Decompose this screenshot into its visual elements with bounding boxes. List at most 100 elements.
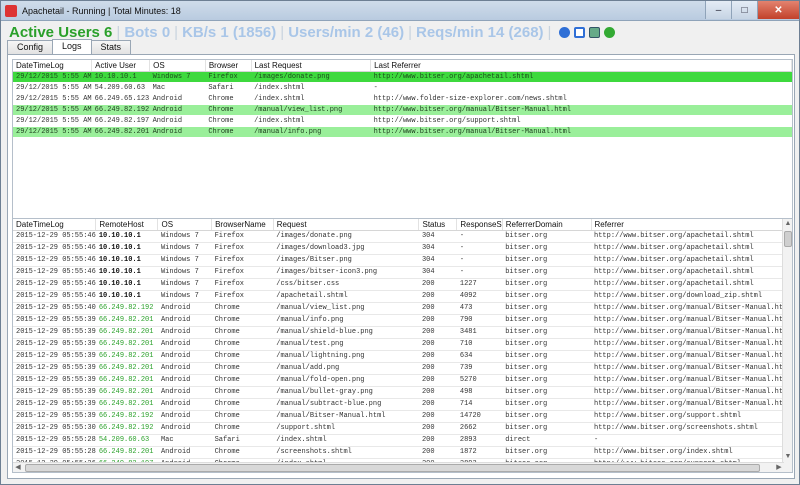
table-cell: /manual/info.png — [273, 314, 419, 327]
table-row[interactable]: 29/12/2015 5:55 AM 54.209.60.63 Mac Safari /… — [13, 82, 792, 94]
table-cell: http://www.bitser.org/support.shtml — [591, 410, 792, 423]
column-header[interactable]: BrowserName — [211, 219, 274, 231]
bots-stat: Bots 0 — [124, 23, 171, 41]
table-row[interactable]: 29/12/2015 5:55 AM 10.10.10.1 Windows 7 Fir… — [13, 71, 792, 83]
table-row[interactable]: 2015-12-29 05:55:40 66.249.82.192 Android C… — [13, 302, 792, 315]
table-row[interactable]: 29/12/2015 5:55 AM 66.249.82.201 Android Ch… — [13, 126, 792, 138]
column-header[interactable]: Request — [273, 219, 420, 231]
table-cell: 200 — [418, 386, 457, 399]
column-header[interactable]: Referrer — [591, 219, 792, 231]
table-cell: 66.249.82.201 — [95, 386, 158, 399]
table-row[interactable]: 2015-12-29 05:55:39 66.249.82.201 Android C… — [13, 374, 792, 387]
close-button[interactable]: ✕ — [757, 1, 799, 19]
table-cell: /manual/view_list.png — [273, 302, 419, 315]
table-cell: 66.249.82.201 — [95, 350, 158, 363]
scroll-up-icon[interactable]: ▲ — [783, 219, 792, 229]
table-row[interactable]: 29/12/2015 5:55 AM 66.249.65.123 Android Ch… — [13, 93, 792, 105]
table-cell: Android — [157, 374, 212, 387]
table-cell: 200 — [418, 446, 457, 459]
table-row[interactable]: 2015-12-29 05:55:39 66.249.82.201 Android C… — [13, 338, 792, 351]
horizontal-scroll-thumb[interactable] — [25, 464, 760, 472]
table-row[interactable]: 2015-12-29 05:55:46 10.10.10.1 Windows 7 Fi… — [13, 254, 792, 267]
table-row[interactable]: 2015-12-29 05:55:39 66.249.82.201 Android C… — [13, 398, 792, 411]
table-cell: /apachetail.shtml — [273, 290, 419, 303]
maximize-button[interactable]: □ — [731, 1, 757, 19]
table-row[interactable]: 2015-12-29 05:55:46 10.10.10.1 Windows 7 Fi… — [13, 290, 792, 303]
request-log-grid[interactable]: DateTimeLog RemoteHost OS BrowserName Reques… — [12, 218, 793, 473]
scroll-right-icon[interactable]: ▶ — [774, 463, 784, 472]
vertical-scrollbar[interactable]: ▲ ▼ — [782, 219, 792, 472]
scroll-down-icon[interactable]: ▼ — [783, 452, 792, 462]
table-cell: Mac — [157, 434, 212, 447]
tab-stats[interactable]: Stats — [90, 40, 132, 54]
horizontal-scrollbar[interactable]: ◀ ▶ — [13, 462, 784, 472]
table-cell: Firefox — [211, 242, 274, 255]
table-cell: /screenshots.shtml — [273, 446, 419, 459]
column-header[interactable]: RemoteHost — [95, 219, 159, 231]
table-row[interactable]: 2015-12-29 05:55:39 66.249.82.201 Android C… — [13, 314, 792, 327]
globe-icon[interactable] — [604, 26, 616, 38]
scroll-left-icon[interactable]: ◀ — [13, 463, 23, 472]
table-cell: Chrome — [211, 446, 274, 459]
table-row[interactable]: 2015-12-29 05:55:39 66.249.82.201 Android C… — [13, 326, 792, 339]
table-cell: http://www.bitser.org/index.shtml — [591, 446, 792, 459]
column-header[interactable]: DateTimeLog — [13, 219, 97, 231]
grid-icon[interactable] — [589, 26, 601, 38]
column-header[interactable]: OS — [157, 219, 213, 231]
record-icon[interactable] — [559, 26, 571, 38]
reqs-per-min-stat: Reqs/min 14 (268) — [415, 23, 544, 41]
table-row[interactable]: 2015-12-29 05:55:28 66.249.82.201 Android C… — [13, 446, 792, 459]
vertical-scroll-thumb[interactable] — [784, 231, 792, 247]
table-cell: http://www.bitser.org/download_zip.shtml — [591, 290, 792, 303]
table-cell: Firefox — [211, 266, 274, 279]
table-cell: Android — [157, 338, 212, 351]
column-header[interactable]: DateTimeLog — [13, 60, 93, 72]
table-row[interactable]: 2015-12-29 05:55:46 10.10.10.1 Windows 7 Fi… — [13, 278, 792, 291]
table-row[interactable]: 29/12/2015 5:55 AM 66.249.82.192 Android Ch… — [13, 104, 792, 116]
table-cell: Firefox — [211, 290, 274, 303]
table-cell: Android — [157, 302, 212, 315]
app-icon — [5, 4, 17, 17]
table-row[interactable]: 2015-12-29 05:55:46 10.10.10.1 Windows 7 Fi… — [13, 266, 792, 279]
minimize-button[interactable]: – — [705, 1, 731, 19]
column-header[interactable]: Active User — [91, 60, 151, 72]
stop-icon[interactable] — [574, 26, 586, 38]
table-row[interactable]: 2015-12-29 05:55:39 66.249.82.192 Android C… — [13, 410, 792, 423]
table-row[interactable]: 2015-12-29 05:55:39 66.249.82.201 Android C… — [13, 386, 792, 399]
column-header[interactable]: Browser — [205, 60, 252, 72]
column-header[interactable]: Status — [418, 219, 458, 231]
table-row[interactable]: 29/12/2015 5:55 AM 66.249.82.197 Android Ch… — [13, 115, 792, 127]
table-row[interactable]: 2015-12-29 05:55:28 54.209.60.63 Mac Safari… — [13, 434, 792, 447]
column-header[interactable]: ResponseS — [456, 219, 503, 231]
stat-separator: | — [280, 23, 285, 41]
table-cell: 2015-12-29 05:55:39 — [13, 350, 96, 363]
table-row[interactable]: 2015-12-29 05:55:46 10.10.10.1 Windows 7 Fi… — [13, 230, 792, 243]
table-row[interactable]: 2015-12-29 05:55:39 66.249.82.201 Android C… — [13, 350, 792, 363]
table-cell: /index.shtml — [251, 93, 371, 105]
table-cell: 634 — [456, 350, 503, 363]
table-row[interactable]: 2015-12-29 05:55:30 66.249.82.192 Android C… — [13, 422, 792, 435]
table-cell: Android — [157, 314, 212, 327]
table-cell: 200 — [418, 290, 457, 303]
column-header[interactable]: Last Request — [251, 60, 372, 72]
table-cell: 790 — [456, 314, 503, 327]
table-cell: 714 — [456, 398, 503, 411]
stat-separator: | — [547, 23, 552, 41]
column-header[interactable]: OS — [149, 60, 206, 72]
table-cell: 473 — [456, 302, 503, 315]
table-cell: http://www.bitser.org/manual/Bitser-Manu… — [591, 386, 792, 399]
title-bar[interactable]: Apachetail - Running | Total Minutes: 18… — [1, 1, 799, 21]
tab-logs[interactable]: Logs — [52, 39, 92, 54]
stat-separator: | — [408, 23, 412, 41]
table-row[interactable]: 2015-12-29 05:55:46 10.10.10.1 Windows 7 Fi… — [13, 242, 792, 255]
table-cell: 200 — [418, 434, 457, 447]
table-cell: /images/donate.png — [273, 230, 419, 243]
column-header[interactable]: Last Referrer — [370, 60, 792, 72]
table-cell: 739 — [456, 362, 503, 375]
column-header[interactable]: ReferrerDomain — [502, 219, 592, 231]
table-cell: 200 — [418, 422, 457, 435]
table-cell: /support.shtml — [273, 422, 419, 435]
table-cell: 200 — [418, 350, 457, 363]
table-row[interactable]: 2015-12-29 05:55:39 66.249.82.201 Android C… — [13, 362, 792, 375]
tab-config[interactable]: Config — [7, 40, 54, 54]
